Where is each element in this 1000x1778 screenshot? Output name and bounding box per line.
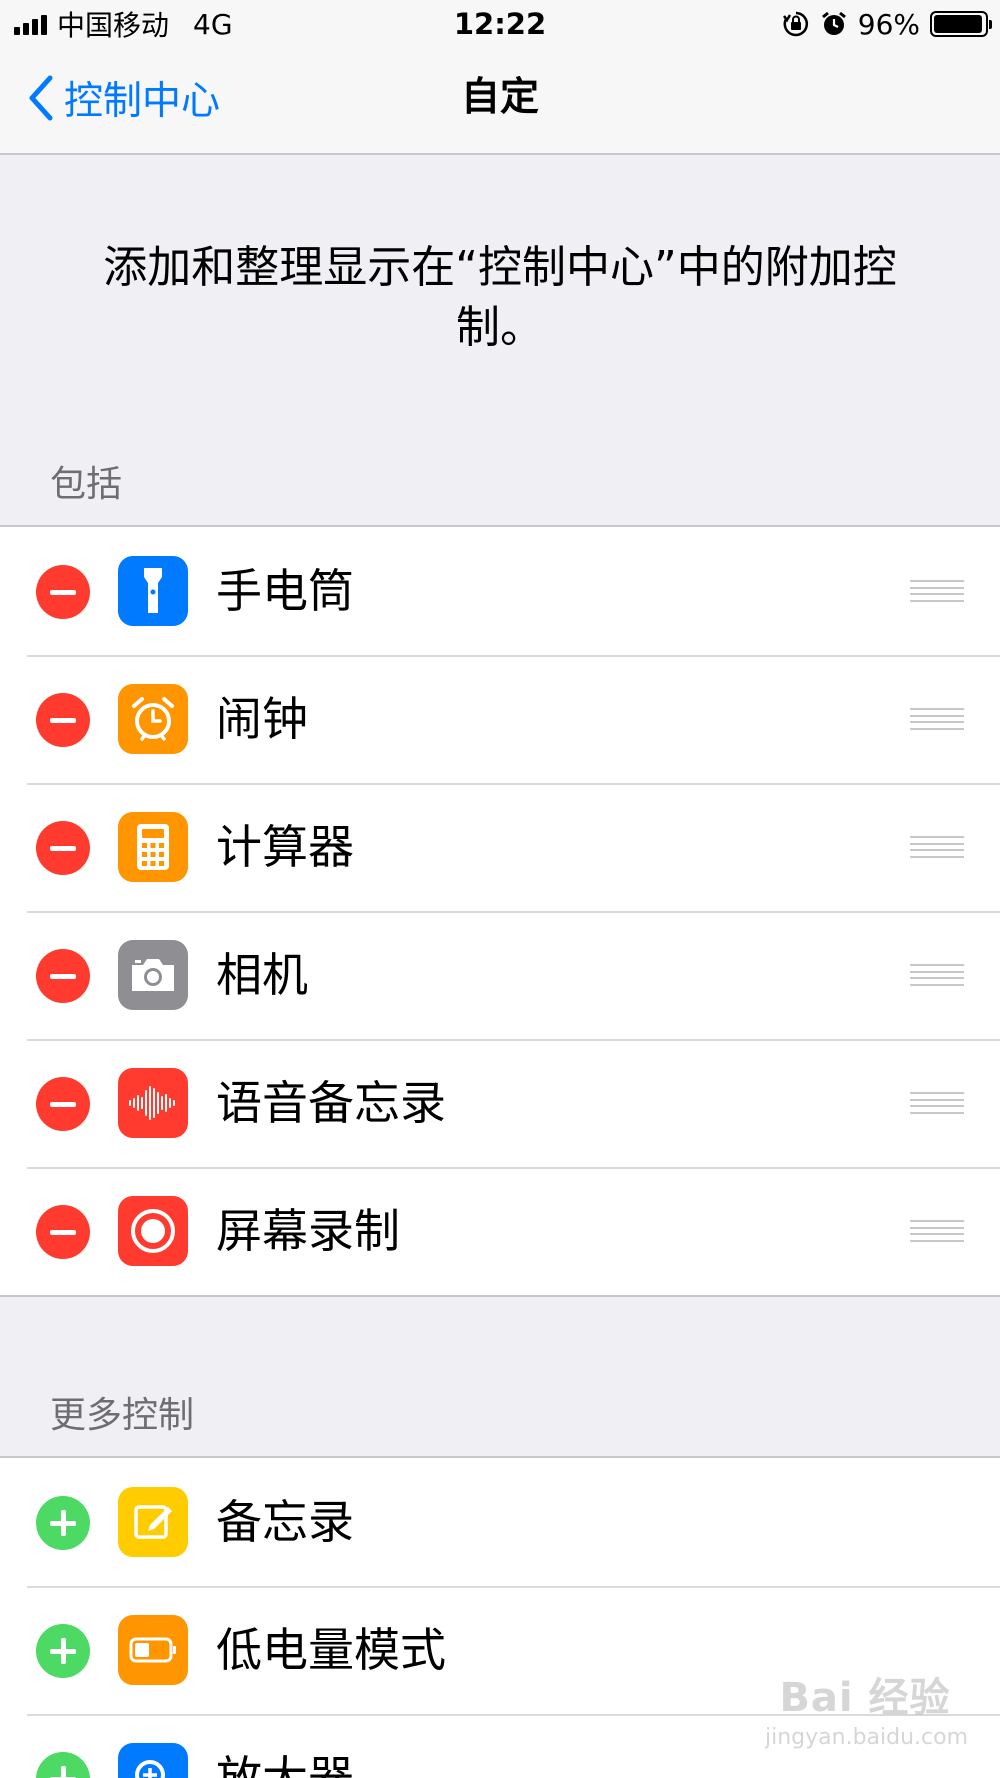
notes-icon — [118, 1487, 188, 1557]
watermark-url: jingyan.baidu.com — [765, 1725, 969, 1750]
list-item-label: 屏幕录制 — [216, 1204, 400, 1258]
reorder-handle[interactable] — [910, 1220, 964, 1242]
reorder-handle[interactable] — [910, 964, 964, 986]
remove-button[interactable] — [36, 1077, 90, 1131]
voice-memo-icon — [118, 1068, 188, 1138]
low-power-icon — [118, 1615, 188, 1685]
remove-button[interactable] — [36, 949, 90, 1003]
list-item-label: 备忘录 — [216, 1495, 354, 1549]
watermark-brand: Bai 经验 — [779, 1675, 951, 1721]
list-item-voice-memos: 语音备忘录 — [0, 1039, 1000, 1167]
page-title: 自定 — [460, 75, 539, 120]
carrier-name: 中国移动 — [57, 9, 170, 42]
list-item-flashlight: 手电筒 — [0, 527, 1000, 655]
list-item-screen-recording: 屏幕录制 — [0, 1167, 1000, 1295]
section-header-included: 包括 — [50, 464, 123, 505]
list-item-label: 手电筒 — [216, 564, 354, 618]
list-item-calculator: 计算器 — [0, 783, 1000, 911]
battery-percent: 96% — [857, 7, 920, 41]
orientation-lock-icon — [782, 11, 808, 37]
add-button[interactable] — [36, 1752, 90, 1778]
reorder-handle[interactable] — [910, 836, 964, 858]
list-item-notes: 备忘录 — [0, 1458, 1000, 1586]
network-type: 4G — [193, 7, 233, 41]
list-item-label: 相机 — [216, 948, 308, 1002]
status-right: 96% — [782, 7, 992, 41]
signal-strength-icon — [14, 13, 47, 35]
alarm-clock-icon — [118, 684, 188, 754]
remove-button[interactable] — [36, 693, 90, 747]
list-item-label: 低电量模式 — [216, 1623, 446, 1677]
reorder-handle[interactable] — [910, 580, 964, 602]
magnifier-icon — [118, 1743, 188, 1778]
screen-record-icon — [118, 1196, 188, 1266]
description-text: 添加和整理显示在“控制中心”中的附加控制。 — [103, 242, 897, 353]
status-left: 中国移动 4G — [14, 4, 233, 44]
calculator-icon — [118, 812, 188, 882]
list-item-label: 放大器 — [216, 1751, 354, 1778]
reorder-handle[interactable] — [910, 708, 964, 730]
list-item-alarm: 闹钟 — [0, 655, 1000, 783]
camera-icon — [118, 940, 188, 1010]
list-item-label: 闹钟 — [216, 692, 308, 746]
section-header-more: 更多控制 — [50, 1395, 195, 1436]
baidu-watermark: Bai 经验 jingyan.baidu.com — [765, 1665, 969, 1765]
reorder-handle[interactable] — [910, 1092, 964, 1114]
remove-button[interactable] — [36, 821, 90, 875]
remove-button[interactable] — [36, 1205, 90, 1259]
list-item-camera: 相机 — [0, 911, 1000, 1039]
battery-fill — [934, 15, 982, 33]
navigation-bar: 控制中心 自定 — [0, 48, 1000, 155]
alarm-icon — [821, 11, 846, 35]
remove-button[interactable] — [36, 565, 90, 619]
list-item-label: 语音备忘录 — [216, 1076, 446, 1130]
flashlight-icon — [118, 556, 188, 626]
status-bar: 中国移动 4G 12:22 96% — [0, 0, 1000, 48]
add-button[interactable] — [36, 1624, 90, 1678]
list-item-label: 计算器 — [216, 820, 354, 874]
included-controls-list: 手电筒 闹钟 计算器 相机 语音备忘录 屏幕录制 — [0, 525, 1000, 1297]
add-button[interactable] — [36, 1496, 90, 1550]
battery-icon — [930, 11, 992, 37]
